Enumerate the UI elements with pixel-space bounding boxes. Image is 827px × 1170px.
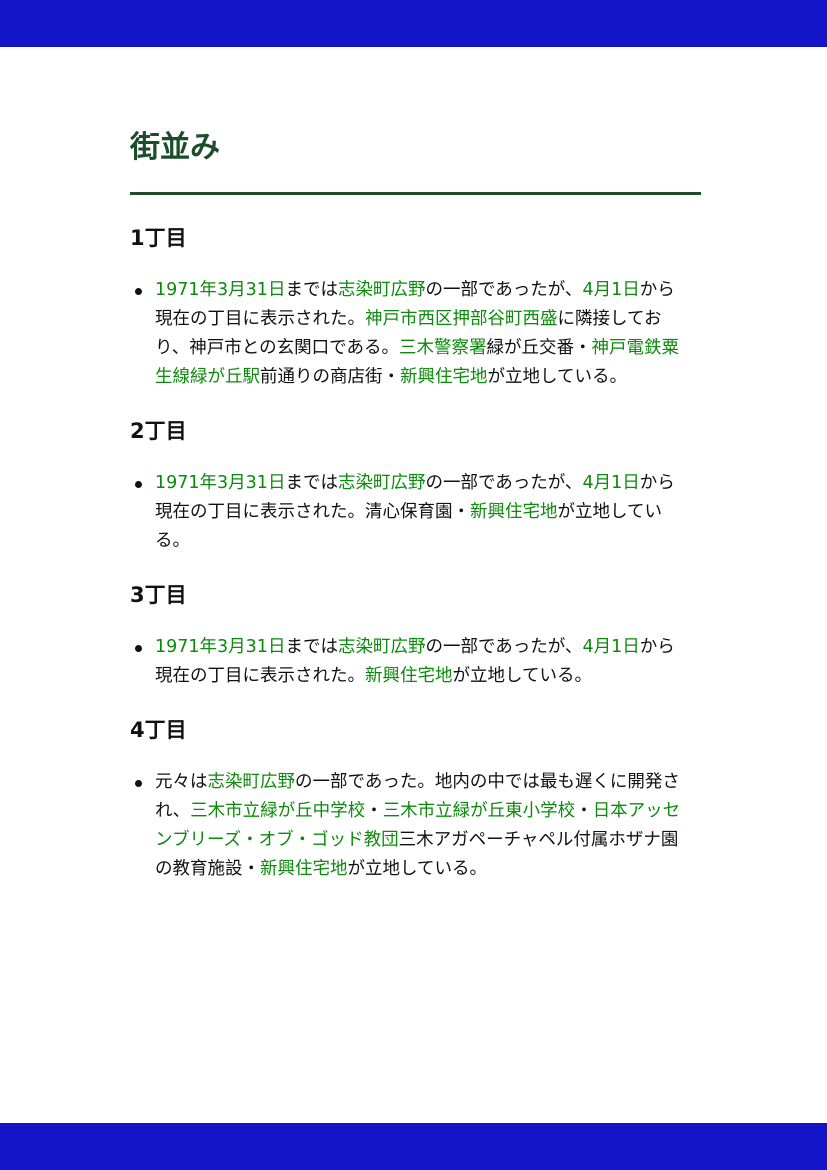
section-2-list: 1971年3月31日までは志染町広野の一部であったが、4月1日から現在の丁目に表… [130, 469, 701, 556]
list-item: 1971年3月31日までは志染町広野の一部であったが、4月1日から現在の丁目に表… [130, 276, 688, 392]
body-text: の一部であったが、 [425, 637, 583, 657]
bullet-icon [135, 780, 142, 787]
list-item: 1971年3月31日までは志染町広野の一部であったが、4月1日から現在の丁目に表… [130, 633, 688, 691]
body-text: までは [285, 280, 338, 300]
wiki-link[interactable]: 4月1日 [582, 637, 639, 657]
article-content: 街並み 1丁目 1971年3月31日までは志染町広野の一部であったが、4月1日か… [130, 126, 701, 884]
wiki-link[interactable]: 三木警察署 [399, 338, 487, 358]
section-heading-3: 3丁目 [130, 583, 187, 607]
wiki-link[interactable]: 4月1日 [582, 473, 639, 493]
wiki-link[interactable]: 志染町広野 [338, 280, 426, 300]
section-4-list: 元々は志染町広野の一部であった。地内の中では最も遅くに開発され、三木市立緑が丘中… [130, 768, 701, 884]
body-text: が立地している。 [487, 367, 627, 387]
wiki-link[interactable]: 新興住宅地 [400, 367, 488, 387]
section-heading-1: 1丁目 [130, 226, 187, 250]
body-text: ・ [575, 801, 593, 821]
bullet-icon [135, 288, 142, 295]
wiki-link[interactable]: 新興住宅地 [470, 502, 558, 522]
section-3-list: 1971年3月31日までは志染町広野の一部であったが、4月1日から現在の丁目に表… [130, 633, 701, 691]
bullet-icon [135, 645, 142, 652]
wiki-link[interactable]: 三木市立緑が丘中学校 [190, 801, 365, 821]
body-text: ・ [365, 801, 383, 821]
top-banner [0, 0, 827, 47]
section-heading-4: 4丁目 [130, 718, 187, 742]
wiki-link[interactable]: 1971年3月31日 [155, 637, 285, 657]
body-text: が立地している。 [452, 666, 592, 686]
body-text: が立地している。 [347, 859, 487, 879]
wiki-link[interactable]: 志染町広野 [208, 772, 296, 792]
page-title: 街並み [130, 126, 701, 195]
body-text: までは [285, 473, 338, 493]
wiki-link[interactable]: 志染町広野 [338, 637, 426, 657]
wiki-link[interactable]: 新興住宅地 [365, 666, 453, 686]
list-item: 元々は志染町広野の一部であった。地内の中では最も遅くに開発され、三木市立緑が丘中… [130, 768, 688, 884]
wiki-link[interactable]: 1971年3月31日 [155, 280, 285, 300]
wiki-link[interactable]: 神戸市西区押部谷町西盛 [365, 309, 558, 329]
wiki-link[interactable]: 志染町広野 [338, 473, 426, 493]
body-text: 元々は [155, 772, 208, 792]
wiki-link[interactable]: 三木市立緑が丘東小学校 [383, 801, 576, 821]
section-heading-2: 2丁目 [130, 419, 187, 443]
body-text: の一部であったが、 [425, 280, 583, 300]
list-item: 1971年3月31日までは志染町広野の一部であったが、4月1日から現在の丁目に表… [130, 469, 688, 556]
wiki-link[interactable]: 1971年3月31日 [155, 473, 285, 493]
body-text: までは [285, 637, 338, 657]
wiki-link[interactable]: 新興住宅地 [260, 859, 348, 879]
body-text: 前通りの商店街・ [260, 367, 400, 387]
bottom-banner [0, 1123, 827, 1170]
body-text: 緑が丘交番・ [486, 338, 592, 358]
wiki-link[interactable]: 4月1日 [582, 280, 639, 300]
section-1-list: 1971年3月31日までは志染町広野の一部であったが、4月1日から現在の丁目に表… [130, 276, 701, 392]
body-text: の一部であったが、 [425, 473, 583, 493]
bullet-icon [135, 481, 142, 488]
